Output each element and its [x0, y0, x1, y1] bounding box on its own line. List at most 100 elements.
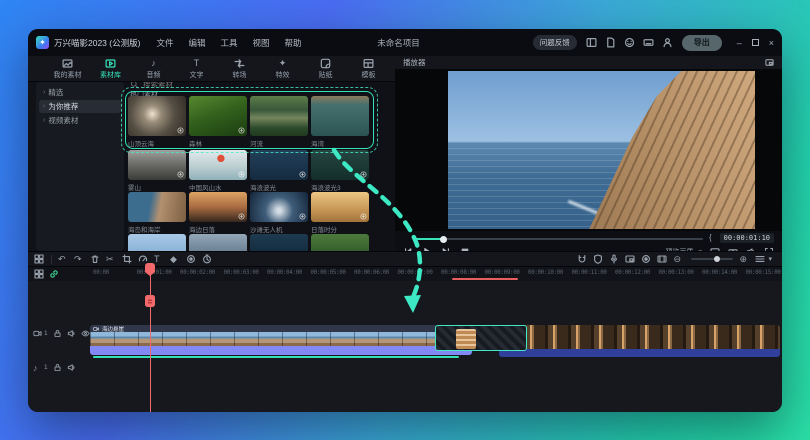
timeline-ruler[interactable]: 00:0000:00:01:0000:00:02:0000:00:03:0000…: [28, 267, 782, 281]
undo-icon[interactable]: ↶: [58, 254, 68, 264]
thumbnail-label: 雾山: [128, 182, 186, 192]
note-icon: ♪: [33, 363, 42, 372]
playhead-handle[interactable]: [145, 295, 155, 307]
record-icon[interactable]: [641, 254, 651, 264]
minimize-button[interactable]: –: [737, 38, 742, 48]
library-thumbnail-3-2[interactable]: [189, 192, 247, 222]
doc-icon[interactable]: [605, 37, 616, 48]
trash-icon[interactable]: [90, 254, 100, 264]
library-thumbnail-3-3[interactable]: [250, 192, 308, 222]
nav-tab-7[interactable]: 贴纸: [304, 58, 347, 80]
caret-down-icon[interactable]: ▾: [768, 255, 772, 263]
library-thumbnail-2-3[interactable]: [250, 150, 308, 180]
download-icon[interactable]: [238, 213, 245, 220]
user-icon[interactable]: [662, 37, 673, 48]
zoom-out-icon[interactable]: ⊖: [673, 254, 683, 264]
library-thumbnail-2-4[interactable]: [311, 150, 369, 180]
transition-icon: [234, 58, 245, 69]
drop-placeholder-clip[interactable]: [435, 325, 527, 351]
speed-icon[interactable]: [138, 254, 148, 264]
ruler-tick: 00:00:11:00: [572, 270, 607, 276]
library-thumbnail-3-1[interactable]: [128, 192, 186, 222]
keyboard-icon[interactable]: [643, 37, 654, 48]
lock-icon[interactable]: [53, 363, 62, 372]
mic-icon[interactable]: [609, 254, 619, 264]
menu-item-4[interactable]: 视图: [252, 37, 269, 49]
library-thumbnail-1-1[interactable]: [128, 96, 186, 136]
export-button[interactable]: 导出: [682, 35, 722, 51]
sidebar-item-2[interactable]: ›为你推荐: [39, 100, 121, 113]
desktop-background: ✦ 万兴喵影2023 (公测版) 文件编辑工具视图帮助 未命名项目 问题反馈 导…: [0, 0, 810, 440]
library-thumbnail-2-1[interactable]: [128, 150, 186, 180]
seek-handle[interactable]: [440, 236, 447, 243]
smiley-icon[interactable]: [624, 37, 635, 48]
crop-icon[interactable]: [122, 254, 132, 264]
download-icon[interactable]: [177, 127, 184, 134]
download-icon[interactable]: [299, 213, 306, 220]
ruler-tick: 00:00:03:00: [224, 270, 259, 276]
nav-tab-8[interactable]: 模板: [347, 58, 390, 80]
note-icon: ♪: [148, 58, 159, 69]
download-icon[interactable]: [299, 171, 306, 178]
nav-tab-4[interactable]: T文字: [175, 58, 218, 80]
project-sync-icon[interactable]: [424, 38, 433, 47]
timeline-clip-coast[interactable]: 海边悬崖: [90, 325, 472, 355]
library-thumbnail-1-4[interactable]: [311, 96, 369, 136]
eye-icon[interactable]: [81, 329, 90, 338]
speaker-icon[interactable]: [67, 363, 76, 372]
sidebar-item-1[interactable]: ›精选: [39, 86, 121, 99]
link-icon[interactable]: [49, 269, 59, 279]
timer-icon[interactable]: [202, 254, 212, 264]
feedback-button[interactable]: 问题反馈: [533, 35, 577, 50]
thumbnail-label: 河流: [250, 138, 308, 148]
pip-icon[interactable]: [625, 254, 635, 264]
maximize-button[interactable]: [752, 39, 759, 46]
layout-icon[interactable]: [586, 37, 597, 48]
shield-icon[interactable]: [593, 254, 603, 264]
pip-icon[interactable]: [765, 58, 774, 67]
film-icon[interactable]: [657, 254, 667, 264]
track-options-icon[interactable]: [34, 269, 44, 279]
keyframe-icon[interactable]: ◆: [170, 254, 180, 264]
redo-icon[interactable]: ↷: [74, 254, 84, 264]
menu-item-1[interactable]: 文件: [156, 37, 173, 49]
split-icon[interactable]: ✂: [106, 254, 116, 264]
nav-tab-1[interactable]: 我的素材: [46, 58, 89, 80]
library-thumbnail-3-4[interactable]: [311, 192, 369, 222]
menu-item-5[interactable]: 帮助: [285, 37, 302, 49]
magnet-icon[interactable]: [577, 254, 587, 264]
media-grid-icon[interactable]: [34, 254, 44, 264]
clip-thumbnails: [90, 332, 472, 346]
timeline-zoom-slider[interactable]: [691, 258, 733, 260]
menu-item-3[interactable]: 工具: [220, 37, 237, 49]
close-button[interactable]: ×: [769, 38, 774, 48]
thumbnail-label: 中国风山水: [189, 182, 247, 192]
download-icon[interactable]: [360, 171, 367, 178]
speaker-icon[interactable]: [67, 329, 76, 338]
audio-level-line[interactable]: [93, 356, 459, 358]
download-icon[interactable]: [238, 127, 245, 134]
download-icon[interactable]: [177, 171, 184, 178]
seek-bar[interactable]: [413, 238, 703, 240]
text-t-icon[interactable]: T: [154, 254, 164, 264]
nav-tab-label: 贴纸: [319, 70, 333, 80]
download-icon[interactable]: [360, 213, 367, 220]
nav-tab-2[interactable]: 素材库: [89, 58, 132, 80]
timeline-clip-surfer[interactable]: [499, 325, 780, 357]
sidebar-item-3[interactable]: ›视频素材: [39, 114, 121, 127]
library-thumbnail-2-2[interactable]: [189, 150, 247, 180]
library-thumbnail-1-3[interactable]: [250, 96, 308, 136]
download-icon[interactable]: [238, 171, 245, 178]
lock-icon[interactable]: [53, 329, 62, 338]
zoom-in-icon[interactable]: ⊕: [739, 254, 749, 264]
track-manage-icon[interactable]: [755, 254, 765, 264]
record-icon[interactable]: [186, 254, 196, 264]
nav-tab-5[interactable]: 转场: [218, 58, 261, 80]
nav-tab-3[interactable]: ♪音频: [132, 58, 175, 80]
menu-item-2[interactable]: 编辑: [188, 37, 205, 49]
zoom-slider-handle[interactable]: [714, 256, 720, 262]
nav-tab-6[interactable]: ✦特效: [261, 58, 304, 80]
library-thumbnail-1-2[interactable]: [189, 96, 247, 136]
ruler-tick: 00:00:08:00: [441, 270, 476, 276]
media-library-panel: 热门素材 山顶云海森林河流海湾雾山中国风山水海浪波光海浪波光3海岛和海岸海边日落…: [124, 82, 395, 251]
